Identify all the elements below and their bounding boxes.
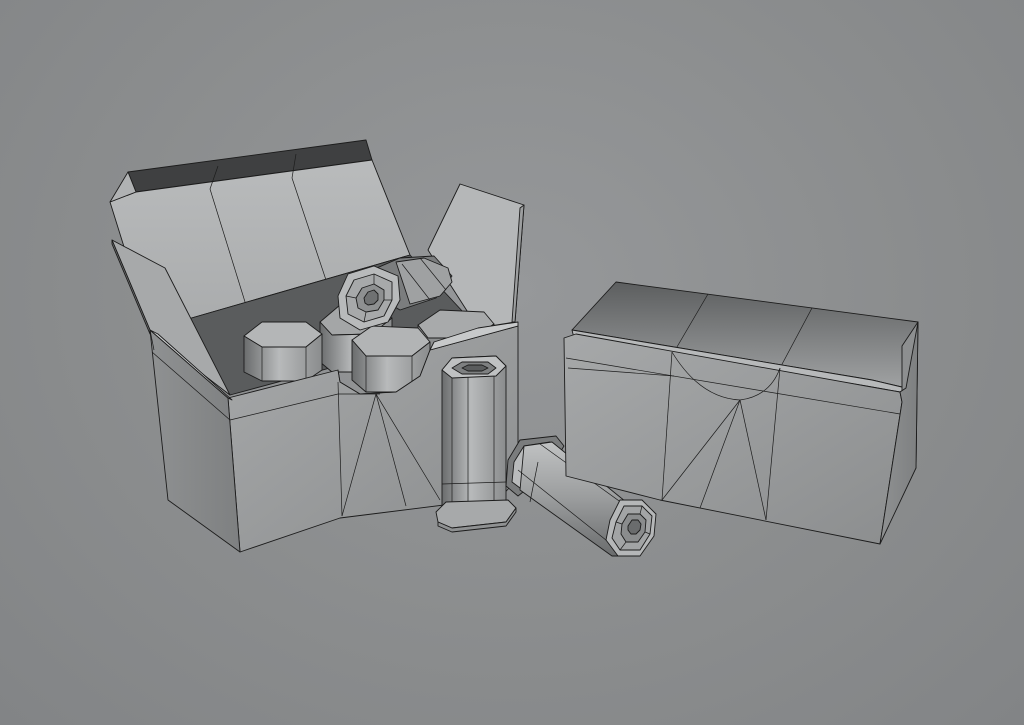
3d-viewport bbox=[0, 0, 1024, 725]
standing-shell bbox=[435, 355, 517, 533]
render-canvas bbox=[109, 139, 919, 557]
